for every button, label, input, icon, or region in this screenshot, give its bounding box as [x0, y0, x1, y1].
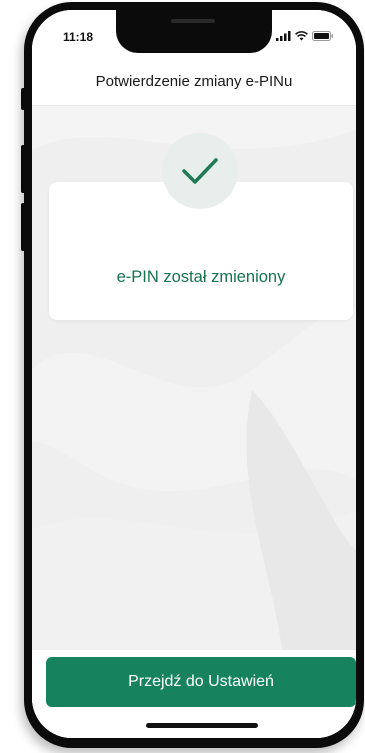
go-to-settings-button[interactable]: Przejdź do Ustawień [46, 657, 356, 707]
battery-icon [312, 31, 334, 41]
status-time: 11:18 [63, 30, 94, 44]
checkmark-icon [182, 158, 218, 184]
device-mockup: 11:18 Potwierdzenie zmiany e-PINu e-PIN … [0, 0, 365, 753]
wifi-icon [295, 31, 308, 41]
success-badge [162, 133, 238, 209]
speaker-grille [171, 19, 215, 23]
confirmation-message: e-PIN został zmieniony [116, 268, 286, 286]
status-bar: 11:18 [32, 10, 356, 60]
app-header: Potwierdzenie zmiany e-PINu [32, 60, 356, 106]
device-notch [116, 10, 272, 53]
background-pattern [32, 10, 356, 738]
app-screen: 11:18 Potwierdzenie zmiany e-PINu e-PIN … [32, 10, 356, 738]
status-icons [276, 31, 334, 41]
page-title: Potwierdzenie zmiany e-PINu [95, 73, 293, 90]
signal-icon [276, 31, 291, 41]
home-indicator[interactable] [146, 723, 258, 728]
